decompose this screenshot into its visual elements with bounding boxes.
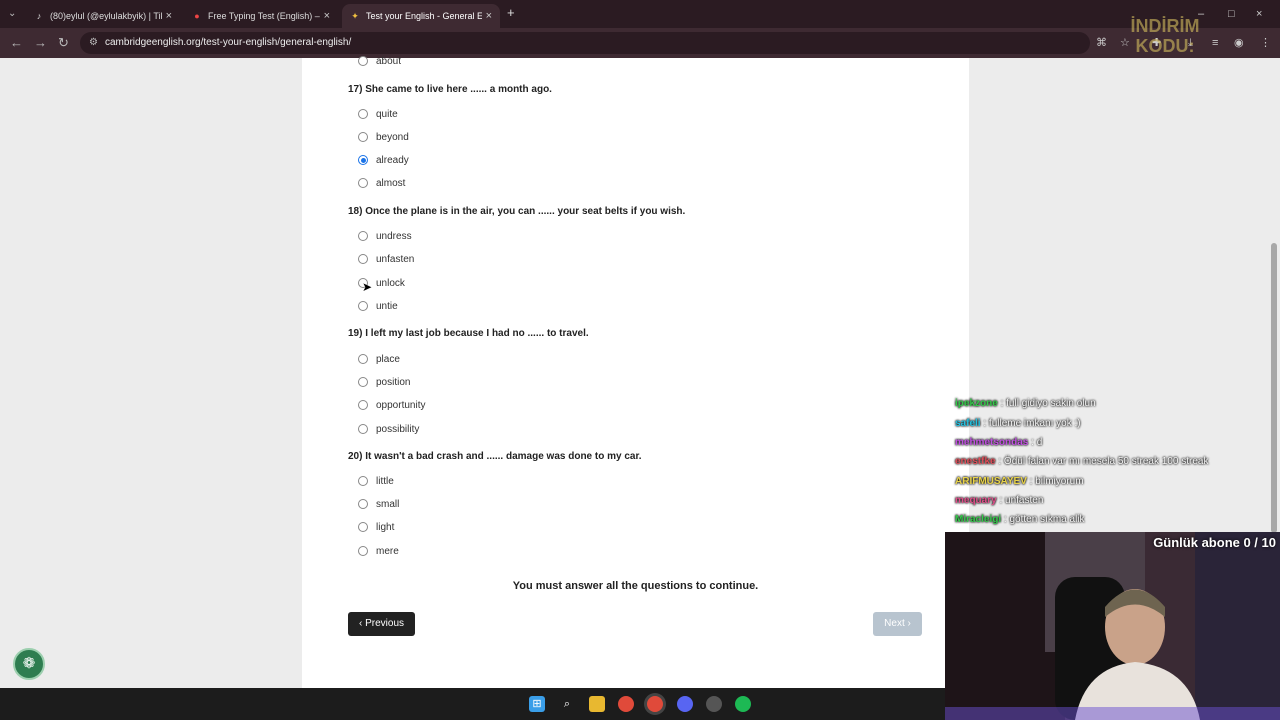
option-about[interactable]: about: [358, 54, 401, 68]
webcam-overlay: Günlük abone 0 / 10: [945, 532, 1280, 720]
cambridge-icon: ✦: [351, 11, 359, 21]
windows-start-icon[interactable]: ⊞: [529, 696, 545, 712]
new-tab-button[interactable]: +: [507, 5, 515, 21]
obs-icon[interactable]: [706, 696, 722, 712]
radio-button[interactable]: [358, 301, 368, 311]
address-bar-area: ← → ↻ ⚙ cambridgeenglish.org/test-your-e…: [0, 28, 1280, 58]
url-input[interactable]: ⚙ cambridgeenglish.org/test-your-english…: [80, 32, 1090, 54]
radio-button[interactable]: [358, 178, 368, 188]
chat-message: mequary : unfasten: [955, 495, 1044, 506]
browser-tabbar: ⌄ ♪ (80)eylul (@eylulakbyik) | TikTok × …: [0, 0, 1280, 28]
question-20: 20) It wasn't a bad crash and ...... dam…: [348, 451, 642, 462]
next-button[interactable]: Next ›: [873, 612, 922, 636]
radio-button[interactable]: [358, 254, 368, 264]
option-almost[interactable]: almost: [358, 176, 405, 190]
close-tab-icon[interactable]: ×: [166, 10, 172, 22]
option-possibility[interactable]: possibility: [358, 422, 419, 436]
chrome-icon[interactable]: [618, 696, 634, 712]
discord-icon[interactable]: [677, 696, 693, 712]
maximize-icon[interactable]: □: [1228, 6, 1235, 22]
radio-button[interactable]: [358, 354, 368, 364]
option-already[interactable]: already: [358, 153, 409, 167]
chevron-right-icon: ›: [907, 618, 911, 629]
option-little[interactable]: little: [358, 474, 394, 488]
reload-icon[interactable]: ↻: [58, 35, 69, 51]
option-unfasten[interactable]: unfasten: [358, 252, 414, 266]
chat-message: ipekzone : full gidiyo sakin olun: [955, 398, 1096, 409]
radio-button-selected[interactable]: [358, 155, 368, 165]
chat-message: enestfke : Ödül falan var mı mesela 50 s…: [955, 456, 1209, 467]
radio-button[interactable]: [358, 56, 368, 66]
question-19: 19) I left my last job because I had no …: [348, 328, 589, 339]
tab-cambridge[interactable]: ✦ Test your English - General English ×: [342, 4, 500, 28]
file-explorer-icon[interactable]: [589, 696, 605, 712]
scrollbar[interactable]: [1271, 243, 1277, 533]
radio-button[interactable]: [358, 132, 368, 142]
option-small[interactable]: small: [358, 497, 399, 511]
webcam-image: [945, 532, 1280, 720]
close-window-icon[interactable]: ×: [1256, 6, 1262, 22]
radio-button[interactable]: [358, 377, 368, 387]
option-mere[interactable]: mere: [358, 544, 399, 558]
radio-button[interactable]: [358, 424, 368, 434]
close-tab-icon[interactable]: ×: [324, 10, 330, 22]
option-beyond[interactable]: beyond: [358, 130, 409, 144]
site-info-icon[interactable]: ⚙: [89, 32, 98, 54]
previous-button[interactable]: ‹ Previous: [348, 612, 415, 636]
radio-button[interactable]: [358, 546, 368, 556]
close-tab-icon[interactable]: ×: [486, 10, 492, 22]
validation-notice: You must answer all the questions to con…: [512, 580, 759, 592]
option-opportunity[interactable]: opportunity: [358, 398, 425, 412]
option-light[interactable]: light: [358, 520, 394, 534]
tab-search-icon[interactable]: ⌄: [8, 6, 16, 22]
radio-button[interactable]: [358, 231, 368, 241]
radio-button[interactable]: [358, 109, 368, 119]
chat-message: safeli : fulleme imkanı yok :): [955, 418, 1081, 429]
mouse-cursor-icon: ➤: [362, 280, 373, 294]
radio-button[interactable]: [358, 499, 368, 509]
menu-icon[interactable]: ⋮: [1260, 35, 1271, 51]
chat-message: ARIFMUSAYEV : bilmiyorum: [955, 476, 1084, 487]
chat-message: Miracleigi : götten sıkma alik: [955, 514, 1085, 525]
option-untie[interactable]: untie: [358, 299, 398, 313]
question-17: 17) She came to live here ...... a month…: [348, 84, 552, 95]
chat-message: mehmetsondas : d: [955, 437, 1043, 448]
tab-typing-test[interactable]: ● Free Typing Test (English) – 1 Minute …: [184, 4, 338, 28]
cookie-settings-button[interactable]: ❁: [13, 648, 45, 680]
avatar[interactable]: ◉: [1234, 35, 1244, 51]
windows-taskbar: ⊞ ⌕: [0, 688, 945, 720]
radio-button[interactable]: [358, 522, 368, 532]
question-18: 18) Once the plane is in the air, you ca…: [348, 206, 686, 217]
tab-tiktok[interactable]: ♪ (80)eylul (@eylulakbyik) | TikTok ×: [26, 4, 180, 28]
typing-icon: ●: [194, 11, 200, 21]
chrome-icon[interactable]: [647, 696, 663, 712]
chevron-left-icon: ‹: [358, 618, 363, 629]
radio-button[interactable]: [358, 476, 368, 486]
spotify-icon[interactable]: [735, 696, 751, 712]
tiktok-icon: ♪: [36, 11, 42, 21]
forward-icon[interactable]: →: [34, 35, 47, 51]
option-quite[interactable]: quite: [358, 107, 398, 121]
option-position[interactable]: position: [358, 375, 410, 389]
subscriber-goal-label: Günlük abone 0 / 10: [1153, 535, 1276, 550]
back-icon[interactable]: ←: [10, 35, 23, 51]
cookie-icon: ❁: [22, 655, 36, 672]
option-undress[interactable]: undress: [358, 229, 412, 243]
page-left-margin: [0, 58, 302, 688]
option-place[interactable]: place: [358, 352, 400, 366]
radio-button[interactable]: [358, 400, 368, 410]
search-icon[interactable]: ⌕: [559, 696, 575, 712]
